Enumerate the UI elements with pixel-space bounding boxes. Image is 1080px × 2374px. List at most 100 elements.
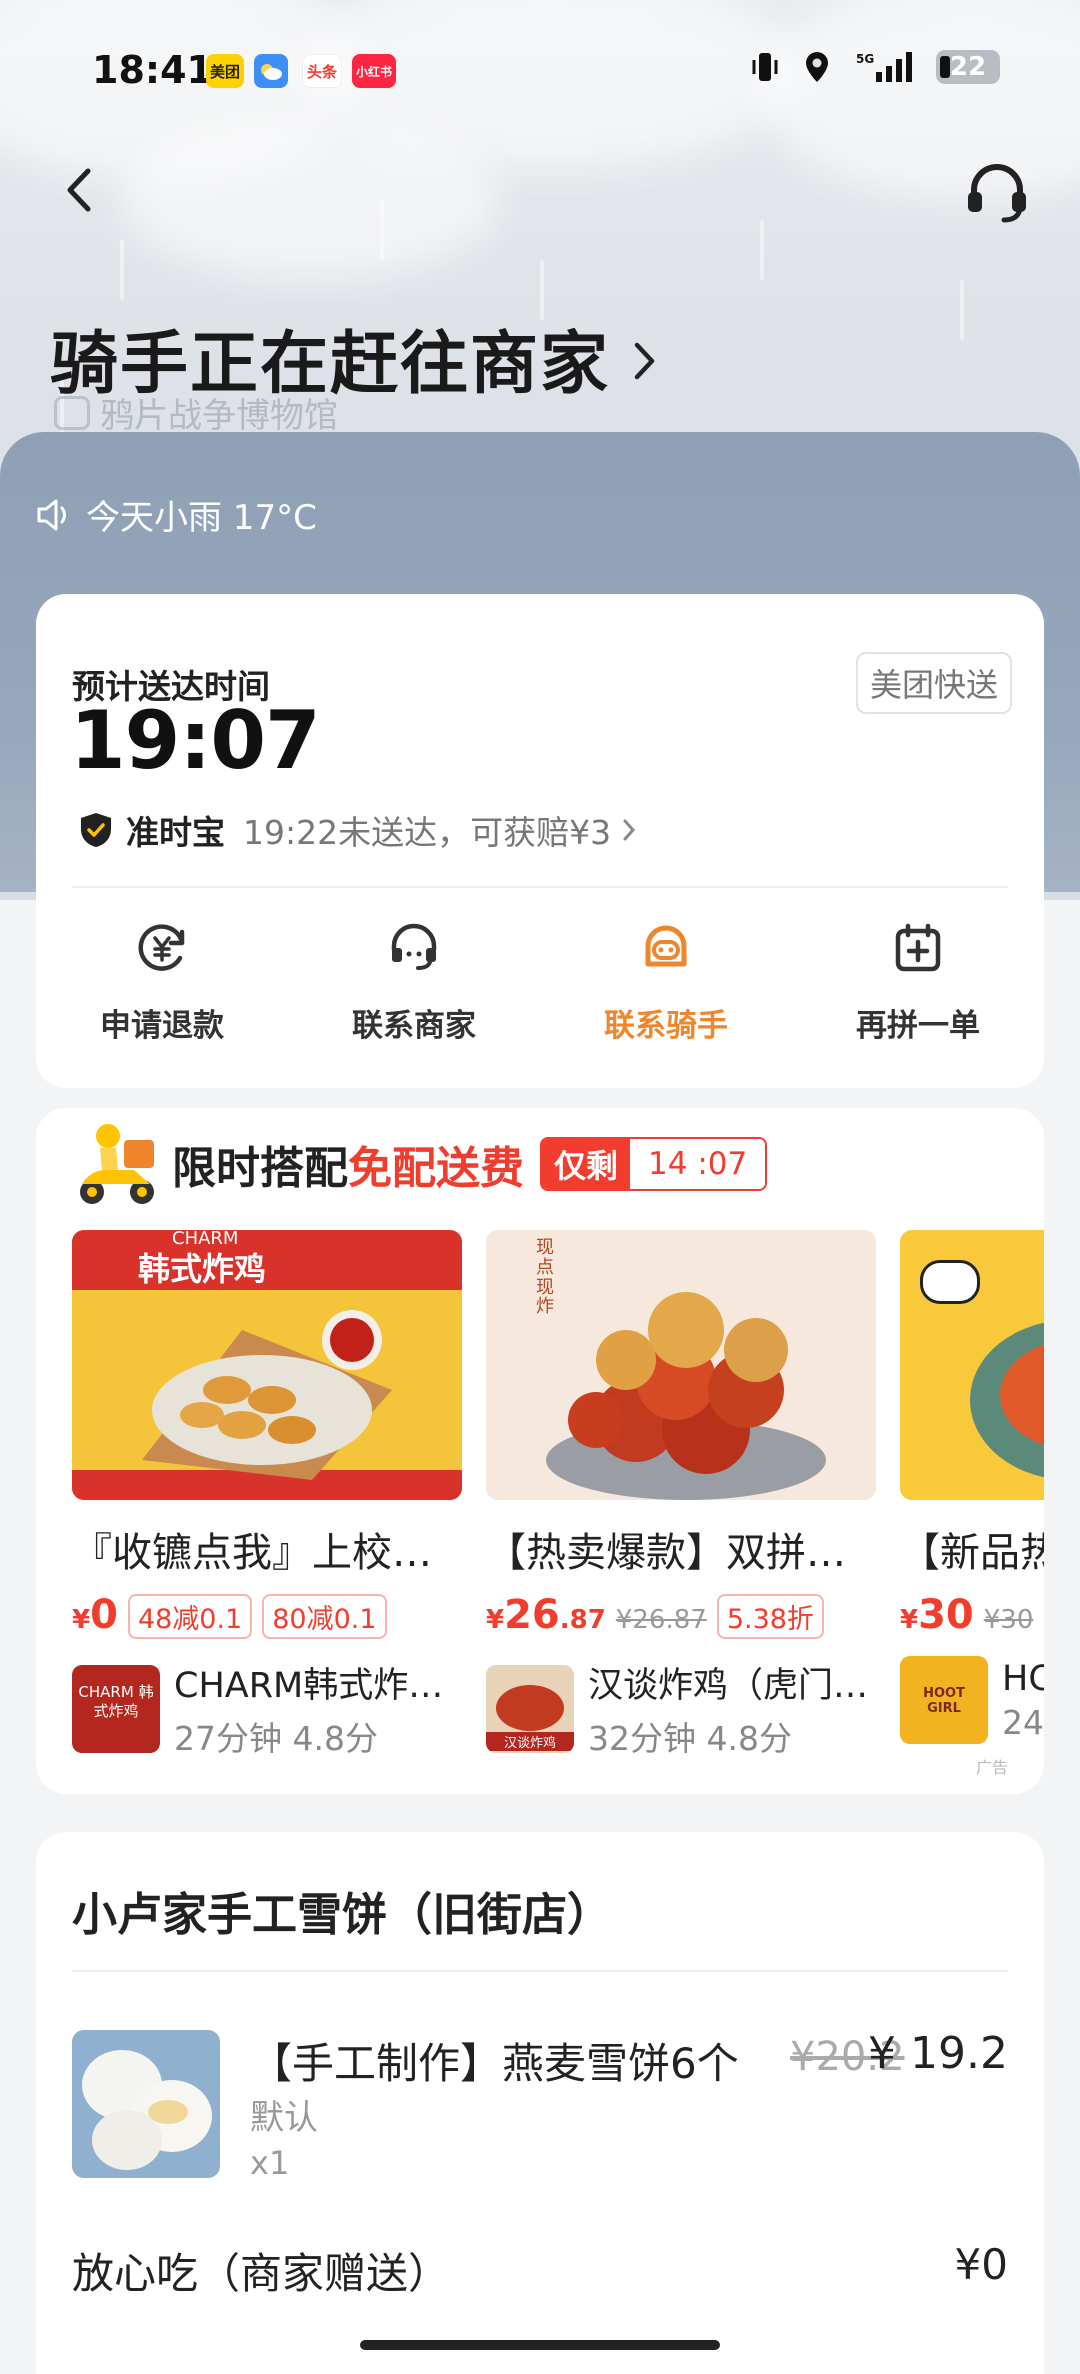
product-price: ¥30	[900, 1592, 974, 1638]
promo-card: 限时搭配 免配送费 仅剩 14 :07 CHARM 韩式炸鸡 『收镳点我』上校……	[36, 1108, 1044, 1794]
eta-time: 19:07	[70, 694, 321, 787]
divider	[72, 1970, 1008, 1972]
shop-meta: 24	[1002, 1702, 1044, 1742]
rider-icon	[634, 916, 698, 980]
item-quantity: x1	[250, 2144, 290, 2182]
ontime-name: 准时宝	[126, 813, 225, 852]
timer-label: 仅剩	[542, 1139, 631, 1189]
map-landmark-label: 鸦片战争博物馆	[54, 388, 338, 437]
merchant-icon	[382, 916, 446, 980]
chevron-left-icon	[67, 168, 91, 212]
chevron-right-icon	[623, 819, 636, 841]
countdown-timer: 仅剩 14 :07	[540, 1137, 768, 1191]
product-image: 现点现炸	[486, 1230, 876, 1500]
shop-logo: CHARM 韩式炸鸡	[72, 1664, 160, 1753]
chevron-right-icon	[634, 342, 655, 379]
discount-chip: 48减0.1	[127, 1594, 253, 1639]
item-image	[72, 2030, 220, 2178]
fried-chicken-illustration	[142, 1310, 392, 1480]
store-name[interactable]: 小卢家手工雪饼（旧街店）	[72, 1878, 612, 1943]
landmark-icon	[54, 395, 90, 430]
original-price: ¥26.87	[615, 1605, 707, 1635]
shop-meta: 27分钟 4.8分	[174, 1719, 378, 1758]
promo-product-card[interactable]: CHARM 韩式炸鸡 『收镳点我』上校… ¥0 48减0.1 80减0.1 CH…	[72, 1230, 462, 1760]
shop-name: CHARM韩式炸…	[174, 1666, 444, 1706]
map-landmark-text: 鸦片战争博物馆	[100, 396, 338, 436]
speaker-icon	[37, 499, 66, 530]
original-price: ¥30	[983, 1605, 1034, 1635]
product-image: CHARM 韩式炸鸡	[72, 1230, 462, 1500]
shop-row: 汉谈炸鸡 汉谈炸鸡（虎门… 32分钟 4.8分	[486, 1657, 876, 1760]
product-price-row: ¥26.87 ¥26.87 5.38折	[486, 1592, 876, 1639]
discount-chip: 80减0.1	[262, 1594, 387, 1639]
add-order-icon	[886, 916, 950, 980]
shop-row: CHARM 韩式炸鸡 CHARM韩式炸… 27分钟 4.8分	[72, 1657, 462, 1760]
promo-product-card[interactable]: 现点现炸 【热卖爆款】双拼… ¥26.87 ¥26.87 5.38折 汉谈炸鸡	[486, 1230, 876, 1760]
fried-chicken-illustration	[546, 1292, 826, 1500]
vibrate-icon	[750, 50, 780, 84]
contact-rider-button[interactable]: 联系骑手	[540, 916, 792, 1045]
contact-merchant-button[interactable]: 联系商家	[288, 916, 540, 1045]
reorder-button[interactable]: 再拼一单	[792, 916, 1044, 1045]
delivery-scooter-icon	[80, 1124, 154, 1204]
product-price-row: ¥30 ¥30	[900, 1592, 1044, 1638]
shield-check-icon	[81, 813, 111, 847]
eta-card: 预计送达时间 19:07 美团快送 准时宝 19:22未送达，可获赔¥3 申请退…	[36, 594, 1044, 1088]
signal-5g-icon: 5G	[854, 50, 914, 84]
home-indicator[interactable]	[360, 2340, 720, 2350]
refund-button[interactable]: 申请退款	[36, 916, 288, 1045]
order-actions: 申请退款 联系商家 联系骑手 再拼一单	[36, 916, 1044, 1045]
product-name: 【新品热	[900, 1530, 1044, 1576]
promo-title: 限时搭配	[172, 1143, 348, 1194]
ontime-desc: 19:22未送达，可获赔¥3	[243, 813, 612, 852]
status-time: 18:41	[92, 48, 213, 92]
divider	[72, 886, 1008, 888]
location-icon	[802, 50, 832, 84]
refund-label: 申请退款	[100, 1008, 224, 1044]
svg-text:5G: 5G	[856, 52, 874, 66]
weather-app-icon	[254, 54, 288, 88]
product-price: ¥26.87	[486, 1592, 606, 1638]
headset-icon	[968, 164, 1026, 223]
promo-products[interactable]: CHARM 韩式炸鸡 『收镳点我』上校… ¥0 48减0.1 80减0.1 CH…	[72, 1230, 1044, 1760]
gift-price: ¥0	[954, 2240, 1008, 2289]
gift-row: 放心吃（商家赠送） ¥0	[72, 2240, 1008, 2301]
promo-product-card[interactable]: 【新品热 ¥30 ¥30 HOOT GIRL HC 24	[900, 1230, 1044, 1760]
ad-label: 广告	[975, 1758, 1008, 1777]
item-spec: 默认	[250, 2098, 318, 2138]
product-name: 『收镳点我』上校…	[72, 1530, 432, 1576]
shop-logo: HOOT GIRL	[900, 1656, 988, 1744]
contact-merchant-label: 联系商家	[352, 1008, 476, 1044]
status-bar: 18:41 美团 头条 小红书 5G 22	[0, 0, 1080, 140]
reorder-label: 再拼一单	[856, 1008, 980, 1044]
discount-chip: 5.38折	[716, 1594, 824, 1639]
weather-notice: 今天小雨 17°C	[36, 490, 317, 539]
product-name: 【热卖爆款】双拼…	[486, 1530, 846, 1576]
shop-name: 汉谈炸鸡（虎门…	[588, 1666, 869, 1706]
product-image-title: 韩式炸鸡	[138, 1250, 267, 1288]
shop-row: HOOT GIRL HC 24	[900, 1656, 1044, 1744]
weather-text: 今天小雨 17°C	[86, 498, 317, 538]
ontime-guarantee[interactable]: 准时宝 19:22未送达，可获赔¥3	[78, 806, 637, 854]
customer-service-button[interactable]	[962, 158, 1032, 228]
shop-meta: 32分钟 4.8分	[588, 1719, 792, 1758]
toutiao-app-icon: 头条	[302, 54, 343, 88]
battery-icon: 22	[936, 50, 1000, 84]
back-button[interactable]	[50, 160, 110, 220]
refund-icon	[130, 916, 194, 980]
contact-rider-label: 联系骑手	[604, 1008, 728, 1044]
item-price: ¥ 19.2	[868, 2028, 1008, 2079]
item-name: 【手工制作】燕麦雪饼6个	[250, 2039, 739, 2088]
shop-logo: 汉谈炸鸡	[486, 1664, 574, 1753]
product-price: ¥0	[72, 1592, 118, 1638]
promo-header: 限时搭配 免配送费 仅剩 14 :07	[72, 1118, 768, 1210]
product-price-row: ¥0 48减0.1 80减0.1	[72, 1592, 462, 1639]
meituan-app-icon: 美团	[206, 54, 245, 88]
delivery-type-badge: 美团快送	[855, 652, 1012, 714]
product-image	[900, 1230, 1044, 1500]
promo-title-highlight: 免配送费	[348, 1143, 524, 1194]
shop-name: HC	[1002, 1658, 1044, 1699]
xiaohongshu-app-icon: 小红书	[352, 54, 397, 88]
timer-value: 14 :07	[630, 1139, 766, 1189]
gift-label: 放心吃（商家赠送）	[72, 2249, 451, 2298]
